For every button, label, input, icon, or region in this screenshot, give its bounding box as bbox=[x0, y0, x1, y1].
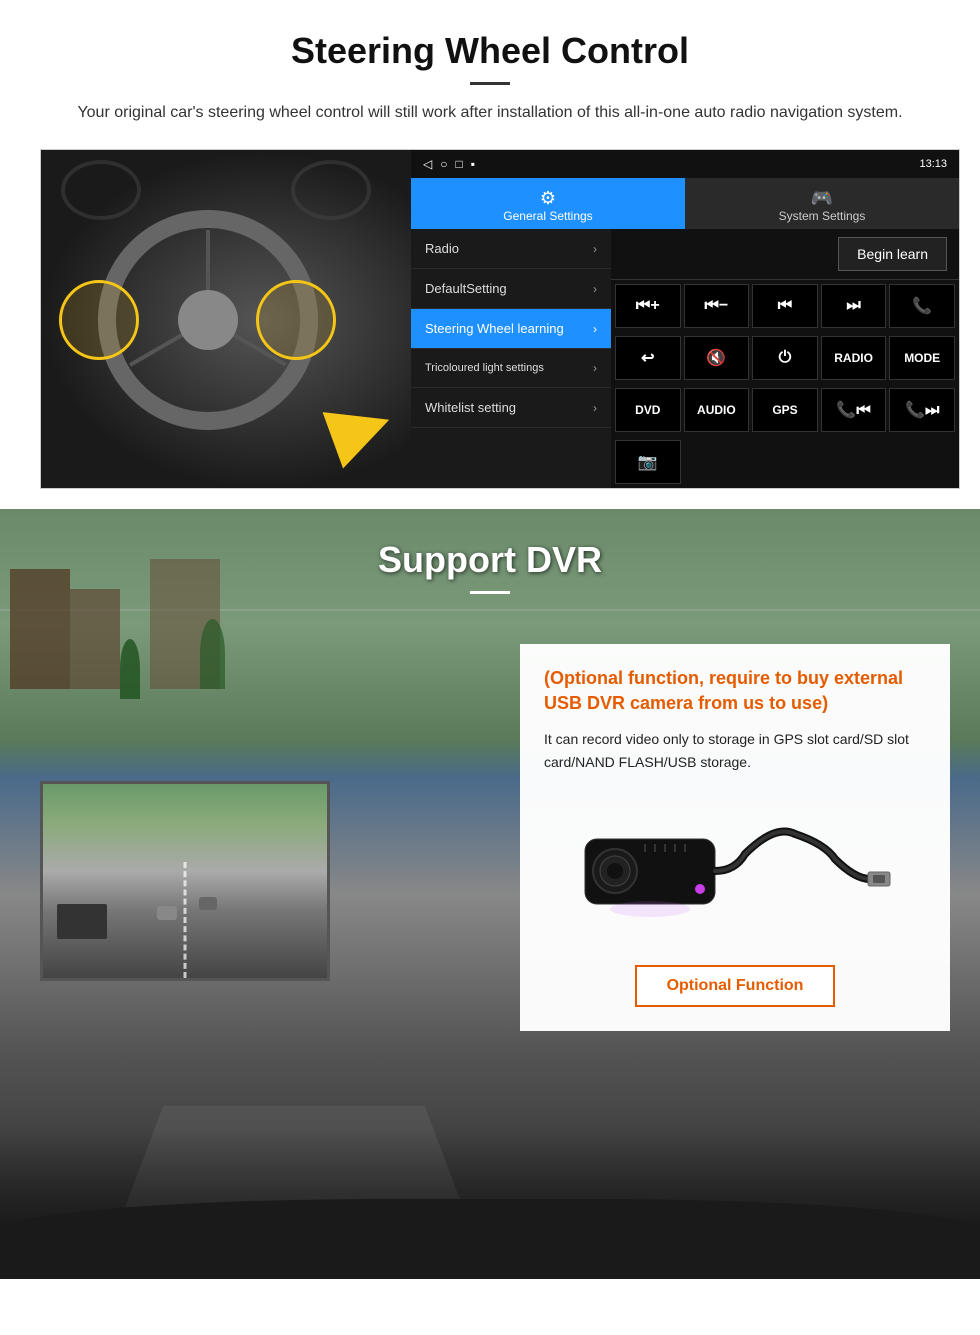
wheel-center bbox=[178, 290, 238, 350]
menu-list: Radio › DefaultSetting › Steering Wheel … bbox=[411, 229, 611, 488]
steering-title: Steering Wheel Control bbox=[40, 30, 940, 72]
dvr-camera-svg bbox=[575, 804, 895, 934]
chevron-defaultsetting: › bbox=[593, 282, 597, 296]
dvr-main-content: (Optional function, require to buy exter… bbox=[0, 624, 980, 1051]
ctrl-camera[interactable]: 📷 bbox=[615, 440, 681, 484]
tab-general-label: General Settings bbox=[503, 209, 592, 223]
wheel-background bbox=[41, 150, 411, 489]
menu-item-steering-learning[interactable]: Steering Wheel learning › bbox=[411, 309, 611, 349]
back-icon[interactable]: ◁ bbox=[423, 157, 432, 171]
menu-item-radio[interactable]: Radio › bbox=[411, 229, 611, 269]
chevron-whitelist: › bbox=[593, 401, 597, 415]
ctrl-call-prev[interactable]: 📞⏮ bbox=[821, 388, 887, 432]
dvr-title-area: Support DVR bbox=[0, 509, 980, 624]
tab-system[interactable]: 🎮 System Settings bbox=[685, 178, 959, 229]
optional-function-row: Optional Function bbox=[544, 965, 926, 1007]
dvr-left-area bbox=[30, 644, 500, 1031]
status-bar: ◁ ○ □ ▪ 13:13 bbox=[411, 150, 959, 178]
control-grid-row4: 📷 bbox=[611, 436, 959, 488]
status-time: 13:13 bbox=[919, 158, 947, 170]
title-divider bbox=[470, 82, 510, 85]
menu-item-defaultsetting[interactable]: DefaultSetting › bbox=[411, 269, 611, 309]
arrow-overlay bbox=[311, 380, 391, 460]
steering-subtitle: Your original car's steering wheel contr… bbox=[60, 101, 920, 125]
steering-photo bbox=[41, 150, 411, 489]
tab-system-label: System Settings bbox=[779, 209, 866, 223]
dvr-title-divider bbox=[470, 591, 510, 594]
ctrl-vol-down[interactable]: ⏮− bbox=[684, 284, 750, 328]
control-grid-row1: ⏮+ ⏮− ⏮ ⏭ 📞 bbox=[611, 280, 959, 332]
menu-whitelist-label: Whitelist setting bbox=[425, 400, 516, 415]
menu-item-tricoloured[interactable]: Tricoloured light settings › bbox=[411, 349, 611, 388]
control-grid-row3: DVD AUDIO GPS 📞⏮ 📞⏭ bbox=[611, 384, 959, 436]
ctrl-call[interactable]: 📞 bbox=[889, 284, 955, 328]
ctrl-vol-up[interactable]: ⏮+ bbox=[615, 284, 681, 328]
menu-item-whitelist[interactable]: Whitelist setting › bbox=[411, 388, 611, 428]
ctrl-power[interactable]: ⏻ bbox=[752, 336, 818, 380]
recent-icon[interactable]: □ bbox=[455, 157, 462, 171]
home-icon[interactable]: ○ bbox=[440, 157, 447, 171]
ctrl-mute[interactable]: 🔇 bbox=[684, 336, 750, 380]
optional-function-button[interactable]: Optional Function bbox=[635, 965, 836, 1007]
dvr-camera-image bbox=[544, 789, 926, 949]
menu-defaultsetting-label: DefaultSetting bbox=[425, 281, 507, 296]
menu-icon[interactable]: ▪ bbox=[471, 157, 475, 171]
ctrl-next[interactable]: ⏭ bbox=[821, 284, 887, 328]
highlight-right bbox=[256, 280, 336, 360]
dvr-optional-text: (Optional function, require to buy exter… bbox=[544, 666, 926, 716]
steering-demo: ◁ ○ □ ▪ 13:13 ⚙ General Settings 🎮 Syste… bbox=[40, 149, 960, 489]
ctrl-prev[interactable]: ⏮ bbox=[752, 284, 818, 328]
ctrl-audio[interactable]: AUDIO bbox=[684, 388, 750, 432]
status-left: ◁ ○ □ ▪ bbox=[423, 157, 475, 171]
begin-learn-button[interactable]: Begin learn bbox=[838, 237, 947, 271]
menu-radio-label: Radio bbox=[425, 241, 459, 256]
dvr-thumbnail bbox=[40, 781, 330, 981]
dvr-title: Support DVR bbox=[0, 539, 980, 581]
dvr-description: It can record video only to storage in G… bbox=[544, 728, 926, 773]
dvr-section: Support DVR (Optional function, require … bbox=[0, 509, 980, 1279]
ctrl-call-next[interactable]: 📞⏭ bbox=[889, 388, 955, 432]
highlight-left bbox=[59, 280, 139, 360]
control-grid-row2: ↩ 🔇 ⏻ RADIO MODE bbox=[611, 332, 959, 384]
android-tabs: ⚙ General Settings 🎮 System Settings bbox=[411, 178, 959, 229]
arrow-yellow bbox=[323, 392, 400, 469]
chevron-radio: › bbox=[593, 242, 597, 256]
tab-general[interactable]: ⚙ General Settings bbox=[411, 178, 685, 229]
android-content: Radio › DefaultSetting › Steering Wheel … bbox=[411, 229, 959, 488]
ctrl-radio[interactable]: RADIO bbox=[821, 336, 887, 380]
control-panel: Begin learn ⏮+ ⏮− ⏮ ⏭ 📞 ↩ 🔇 ⏻ bbox=[611, 229, 959, 488]
begin-learn-row: Begin learn bbox=[611, 229, 959, 280]
system-icon: 🎮 bbox=[691, 188, 953, 209]
android-panel: ◁ ○ □ ▪ 13:13 ⚙ General Settings 🎮 Syste… bbox=[411, 150, 959, 488]
general-icon: ⚙ bbox=[417, 188, 679, 209]
menu-steering-label: Steering Wheel learning bbox=[425, 321, 564, 336]
chevron-steering: › bbox=[593, 322, 597, 336]
steering-section: Steering Wheel Control Your original car… bbox=[0, 0, 980, 509]
ctrl-gps[interactable]: GPS bbox=[752, 388, 818, 432]
ctrl-mode[interactable]: MODE bbox=[889, 336, 955, 380]
ctrl-back[interactable]: ↩ bbox=[615, 336, 681, 380]
menu-tricoloured-label: Tricoloured light settings bbox=[425, 362, 544, 374]
ctrl-dvd[interactable]: DVD bbox=[615, 388, 681, 432]
dvr-info-card: (Optional function, require to buy exter… bbox=[520, 644, 950, 1031]
chevron-tricoloured: › bbox=[593, 361, 597, 375]
